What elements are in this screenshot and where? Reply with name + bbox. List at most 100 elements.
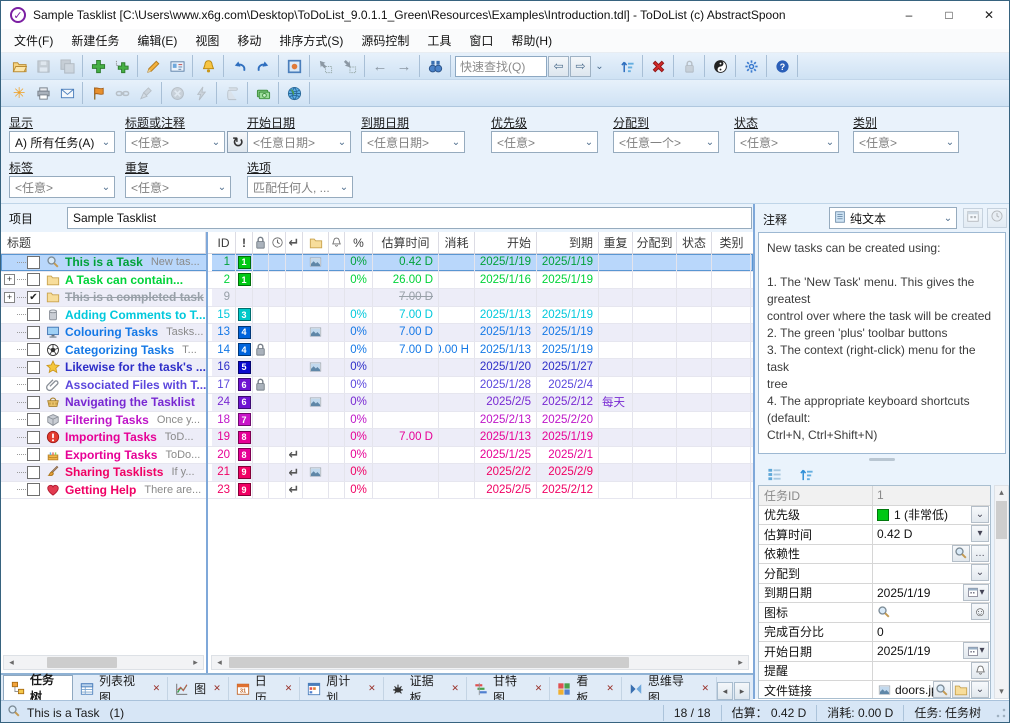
column-header-due[interactable]: 到期 [537,232,599,253]
toggle-style-button[interactable] [708,55,732,77]
tab-close-icon[interactable]: ✕ [701,683,709,694]
dropdown-button[interactable]: ⌄ [971,564,989,581]
ellipsis-button[interactable]: … [971,545,989,562]
filter-select-分配到[interactable]: <任意一个>⌄ [613,131,719,153]
find-previous-button[interactable]: ⇦ [548,56,569,77]
sort-button[interactable] [615,55,639,77]
print-button[interactable] [31,82,55,104]
spin-button[interactable]: ▾ [971,525,989,542]
folder-button[interactable] [952,681,970,698]
move-task-out-button[interactable] [337,55,361,77]
forward-button[interactable]: → [392,55,416,77]
task-checkbox[interactable] [27,256,40,269]
task-title[interactable]: Colouring Tasks [65,325,158,339]
dropdown-button[interactable]: ⌄ [971,681,989,698]
flag-button[interactable] [86,82,110,104]
task-title[interactable]: This is a completed task [65,290,204,304]
filter-select-开始日期[interactable]: <任意日期>⌄ [247,131,351,153]
cleanup-button[interactable] [134,82,158,104]
task-checkbox[interactable] [27,448,40,461]
attribute-value[interactable]: 2025/1/19 [873,584,963,603]
menu-item-0[interactable]: 文件(F) [5,29,62,52]
minimize-button[interactable]: – [889,2,929,28]
move-task-in-button[interactable] [313,55,337,77]
tab-close-icon[interactable]: ✕ [451,683,459,694]
task-checkbox[interactable] [27,343,40,356]
filter-select-选项[interactable]: 匹配任何人, ...⌄ [247,176,353,198]
menu-item-9[interactable]: 帮助(H) [502,29,561,52]
task-row[interactable]: +✔This is a completed task97.00 D [1,289,753,307]
preferences-gear-button[interactable] [739,55,763,77]
column-header-cat[interactable]: 类别 [712,232,751,253]
task-title[interactable]: Likewise for the task's ... [65,360,206,374]
attribute-value[interactable]: 1 (非常低) [873,506,971,525]
column-header-pr[interactable]: ! [236,232,253,253]
edit-task-button[interactable] [141,55,165,77]
tab-图[interactable]: 图✕ [168,677,229,700]
task-checkbox[interactable] [27,413,40,426]
lock-button[interactable] [677,55,701,77]
undo-button[interactable] [227,55,251,77]
sort-up-button[interactable] [794,463,818,485]
tab-日历[interactable]: 31日历✕ [229,677,301,700]
attribute-value[interactable]: 0.42 D [873,525,971,544]
task-checkbox[interactable] [27,466,40,479]
tab-甘特图[interactable]: 甘特图✕ [467,677,550,700]
filter-select-类别[interactable]: <任意>⌄ [853,131,959,153]
tab-close-icon[interactable]: ✕ [213,683,221,694]
redo-button[interactable] [251,55,275,77]
tab-任务树[interactable]: 任务树 [3,675,73,700]
menu-item-5[interactable]: 排序方式(S) [270,29,352,52]
delete-task-button[interactable] [646,55,670,77]
save-all-button[interactable] [55,55,79,77]
column-header-recur[interactable]: ↵ [286,232,303,253]
column-header-clock[interactable] [269,232,286,253]
bell-button[interactable] [971,662,989,679]
task-title[interactable]: Importing Tasks [65,430,157,444]
column-header-bell[interactable] [329,232,345,253]
find-next-button[interactable]: ⇨ [570,56,591,77]
tab-close-icon[interactable]: ✕ [153,683,161,694]
task-row[interactable]: Categorizing TasksT...1440%7.00 D0.00 H2… [1,342,753,360]
filter-select-标签[interactable]: <任意>⌄ [9,176,115,198]
task-checkbox[interactable] [27,431,40,444]
insert-time-button[interactable] [987,208,1007,228]
tab-列表视图[interactable]: 列表视图✕ [73,677,168,700]
tab-close-icon[interactable]: ✕ [535,683,543,694]
expand-icon[interactable]: + [4,274,15,285]
column-splitter[interactable] [206,232,208,673]
close-button[interactable]: ✕ [969,2,1009,28]
filter-select-到期日期[interactable]: <任意日期>⌄ [361,131,465,153]
filter-select-标题或注释[interactable]: <任意>⌄ [125,131,225,153]
task-title[interactable]: Sharing Tasklists [65,465,163,479]
expand-icon[interactable]: + [4,292,15,303]
filter-refresh-button[interactable]: ↻ [227,131,249,153]
link-button[interactable] [110,82,134,104]
magnifier-button[interactable] [952,545,970,562]
detail-view-button[interactable] [762,463,786,485]
menu-item-6[interactable]: 源码控制 [352,29,418,52]
resize-grip[interactable] [995,707,1007,719]
quick-find-input[interactable]: 快速查找(Q) [455,56,547,77]
filter-select-状态[interactable]: <任意>⌄ [734,131,839,153]
back-button[interactable]: ← [368,55,392,77]
task-title[interactable]: Categorizing Tasks [65,343,174,357]
task-title[interactable]: This is a Task [65,255,143,269]
scroll-thumb[interactable] [47,657,117,668]
task-title[interactable]: A Task can contain... [65,273,183,287]
column-header-assign[interactable]: 分配到 [633,232,677,253]
task-checkbox[interactable] [27,483,40,496]
new-task-button[interactable] [86,55,110,77]
column-header-id[interactable]: ID [212,232,236,253]
task-row[interactable]: Likewise for the task's ...1650%2025/1/2… [1,359,753,377]
attribute-scrollbar[interactable]: ▴ ▾ [994,485,1009,699]
project-input[interactable]: Sample Tasklist [67,207,752,229]
task-title[interactable]: Associated Files with T... [65,378,206,392]
task-title[interactable]: Filtering Tasks [65,413,149,427]
dropdown-button[interactable]: ⌄ [971,506,989,523]
filter-select-显示[interactable]: A) 所有任务(A)⌄ [9,131,115,153]
task-row[interactable]: Filtering TasksOnce y...1870%2025/2/1320… [1,412,753,430]
scroll-left-icon[interactable]: ◂ [212,656,227,669]
save-button[interactable] [31,55,55,77]
scroll-right-icon[interactable]: ▸ [188,656,203,669]
